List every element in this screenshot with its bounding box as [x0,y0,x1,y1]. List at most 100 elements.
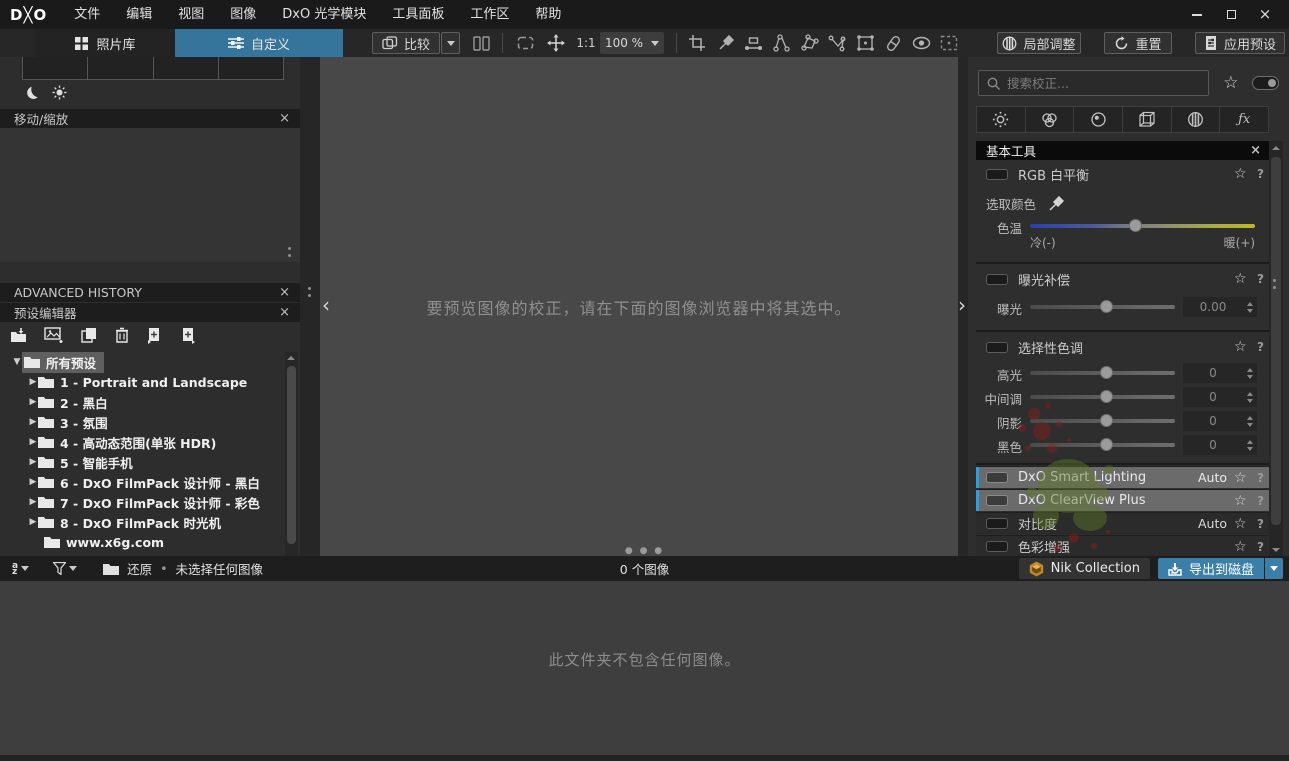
shadows-value-box[interactable]: 0 [1183,411,1257,431]
enable-checkbox[interactable] [986,518,1008,529]
control-line-tool[interactable] [826,32,848,54]
slider-knob[interactable] [1099,414,1113,427]
shadows-slider[interactable] [1030,414,1175,427]
whitebalance-picker-tool[interactable] [714,32,736,54]
close-icon[interactable] [279,306,290,319]
preset-folder-row[interactable]: 7 - DxO FilmPack 设计师 - 彩色 [0,492,284,512]
search-input[interactable] [1007,75,1201,91]
filmstrip-resize-grip[interactable]: ● ● ● [0,546,1289,556]
menu-view[interactable]: 视图 [165,0,217,29]
tree-expand-icon[interactable] [28,457,38,467]
active-corrections-toggle[interactable] [1252,76,1279,90]
tab-effects-fx[interactable] [1220,107,1268,132]
menu-help[interactable]: 帮助 [522,0,574,29]
restore-label[interactable]: 还原 [127,559,152,578]
spin-down-icon[interactable] [1247,308,1253,313]
midtones-slider[interactable] [1030,390,1175,403]
panel-grip[interactable] [1273,279,1276,289]
right-panel-scrollbar[interactable] [1269,141,1283,556]
sort-button[interactable]: az [12,561,30,576]
tree-expand-icon[interactable] [28,497,38,507]
collapse-right-panel-arrow[interactable]: › [958,295,966,315]
minimize-button[interactable] [1187,6,1207,24]
crop-tool[interactable] [686,32,708,54]
favorites-filter-star-icon[interactable] [1223,75,1238,92]
menu-optics-modules[interactable]: DxO 光学模块 [269,0,379,29]
exposure-value-box[interactable]: 0.00 [1183,297,1257,317]
close-icon[interactable] [279,112,290,125]
scroll-up-icon[interactable] [1272,146,1280,150]
help-icon[interactable] [1257,517,1264,531]
enable-checkbox[interactable] [986,495,1008,506]
preset-folder-row[interactable]: 8 - DxO FilmPack 时光机 [0,512,284,532]
value-spinner[interactable] [1243,363,1257,383]
shadow-clipping-moon-icon[interactable] [26,86,40,100]
zoom-level-select[interactable]: 100 % [600,32,664,54]
reset-button[interactable]: 重置 [1104,32,1172,54]
selection-tool[interactable] [938,32,960,54]
value-spinner[interactable] [1243,387,1257,407]
tree-expand-icon[interactable] [28,377,38,387]
compare-dropdown[interactable] [441,32,460,54]
filter-button[interactable] [53,562,78,575]
value-spinner[interactable] [1243,411,1257,431]
tree-expand-icon[interactable] [28,397,38,407]
tree-expand-icon[interactable] [28,517,38,527]
menu-file[interactable]: 文件 [61,0,113,29]
preset-folder-row[interactable]: 1 - Portrait and Landscape [0,372,284,392]
pan-move-button[interactable] [543,32,569,54]
tab-local-adjustments[interactable] [1172,107,1221,132]
right-panel-divider[interactable]: › [958,57,968,556]
scroll-up-icon[interactable] [287,356,295,360]
tab-color[interactable] [1026,107,1075,132]
slider-knob[interactable] [1099,300,1113,313]
maximize-button[interactable] [1221,6,1241,24]
enable-checkbox[interactable] [986,341,1008,353]
local-adjustments-button[interactable]: 局部调整 [997,32,1081,54]
tree-expand-icon[interactable] [28,437,38,447]
menu-edit[interactable]: 编辑 [113,0,165,29]
help-icon[interactable] [1257,494,1264,508]
favorite-star-icon[interactable] [1234,494,1247,508]
favorite-star-icon[interactable] [1234,167,1247,181]
value-spinner[interactable] [1243,435,1257,455]
close-button[interactable]: × [1255,6,1275,24]
menu-tool-panels[interactable]: 工具面板 [379,0,457,29]
tab-photo-library[interactable]: 照片库 [35,29,175,57]
apply-preset-button[interactable]: 应用预设 [1195,32,1285,54]
tab-detail[interactable] [1074,107,1124,132]
value-spinner[interactable] [1243,297,1257,317]
scrollbar-thumb[interactable] [287,366,296,544]
enable-checkbox[interactable] [986,273,1008,285]
horizon-tool[interactable] [742,32,764,54]
duplicate-preset-button[interactable] [81,327,98,343]
export-to-disk-button[interactable]: 导出到磁盘 [1157,558,1264,579]
favorite-star-icon[interactable] [1234,272,1247,286]
divider-grip[interactable] [308,287,311,297]
panel-grip[interactable] [288,247,291,257]
highlights-value-box[interactable]: 0 [1183,363,1257,383]
preset-folder-row[interactable]: 6 - DxO FilmPack 设计师 - 黑白 [0,472,284,492]
close-icon[interactable] [1250,144,1261,157]
preset-folder-row[interactable]: 2 - 黑白 [0,392,284,412]
nik-collection-button[interactable]: Nik Collection [1018,558,1150,579]
clearview-plus-row[interactable]: DxO ClearView Plus [976,489,1269,511]
favorite-star-icon[interactable] [1234,471,1247,485]
midtones-value-box[interactable]: 0 [1183,387,1257,407]
control-points-tool[interactable] [770,32,792,54]
menu-image[interactable]: 图像 [217,0,269,29]
preset-folder-row[interactable]: 3 - 氛围 [0,412,284,432]
help-icon[interactable] [1257,471,1264,485]
import-preset-button[interactable] [10,327,27,343]
smart-lighting-row[interactable]: DxO Smart Lighting Auto [976,466,1269,488]
blacks-value-box[interactable]: 0 [1183,435,1257,455]
highlight-clipping-sun-icon[interactable] [52,85,67,100]
preset-root-row[interactable]: 所有预设 [0,352,284,373]
show-corrections-toggle[interactable] [910,32,932,54]
tab-geometry[interactable] [1123,107,1172,132]
spin-up-icon[interactable] [1247,301,1253,306]
new-full-preset-button[interactable] [180,327,197,344]
preset-folder-row[interactable]: 5 - 智能手机 [0,452,284,472]
repair-tool[interactable] [882,32,904,54]
menu-workspace[interactable]: 工作区 [457,0,522,29]
